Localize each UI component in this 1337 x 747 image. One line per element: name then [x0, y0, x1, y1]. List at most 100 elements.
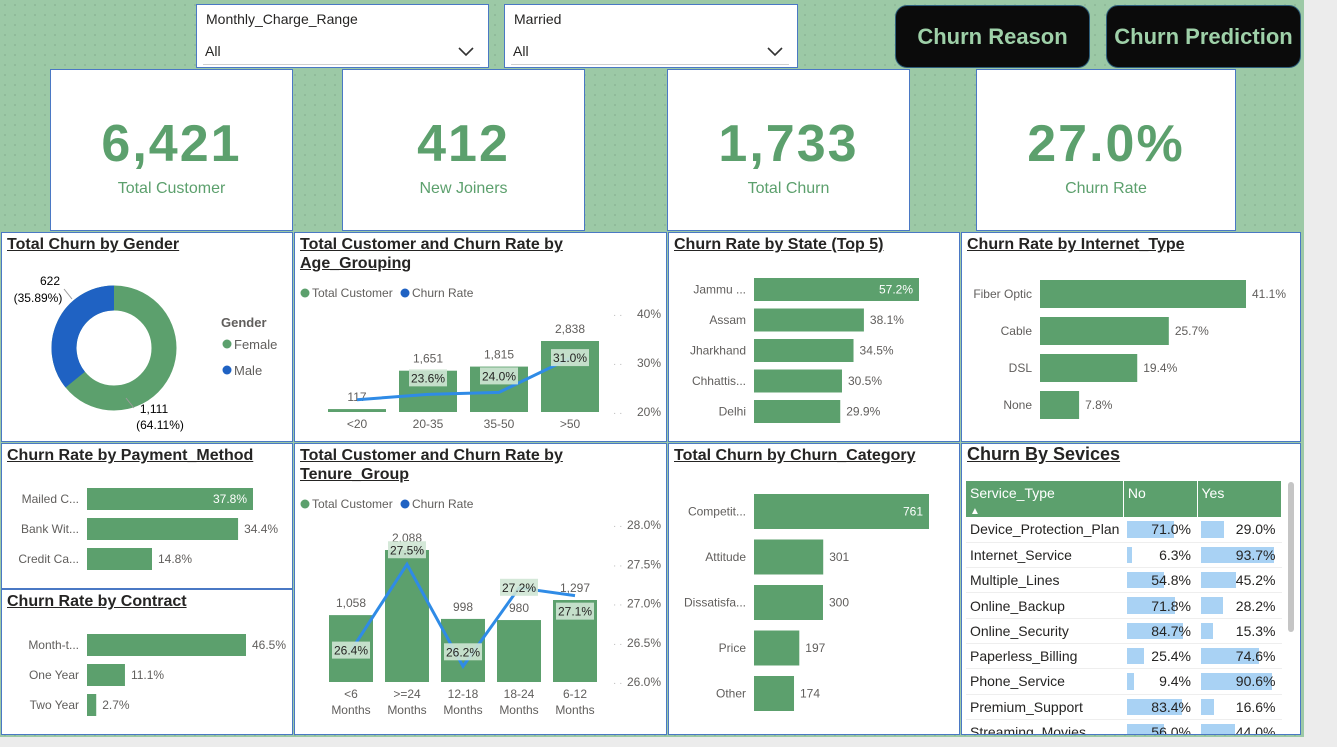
legend-churn-rate[interactable]: Churn Rate: [412, 497, 474, 511]
table-row[interactable]: Streaming_Movies 56.0% 44.0%: [966, 719, 1282, 734]
data-bar: [1127, 673, 1134, 690]
bar[interactable]: [328, 409, 386, 412]
data-label: 37.8%: [213, 492, 247, 506]
table-row[interactable]: Online_Backup 71.8% 28.2%: [966, 592, 1282, 619]
legend-total-customer-marker: [300, 499, 310, 509]
column-header-no[interactable]: No: [1123, 481, 1198, 517]
table-row[interactable]: Paperless_Billing 25.4% 74.6%: [966, 643, 1282, 670]
slicer-dropdown[interactable]: All: [511, 37, 789, 65]
no-cell: 56.0%: [1123, 719, 1197, 734]
services-table-visual[interactable]: Churn By Sevices Service_Type ▲ No Yes De…: [961, 443, 1301, 735]
legend-male[interactable]: Male: [234, 363, 262, 378]
legend-churn-rate-marker: [400, 499, 410, 509]
churn-rate-line[interactable]: [356, 356, 571, 402]
bar[interactable]: [1040, 317, 1169, 345]
legend-title: Gender: [221, 315, 267, 330]
legend-churn-rate-marker: [400, 288, 410, 298]
column-header-service-type[interactable]: Service_Type ▲: [966, 481, 1124, 517]
gridline-dots: · ·: [613, 359, 622, 370]
category-label: Assam: [709, 313, 746, 327]
bar[interactable]: [754, 308, 864, 332]
chevron-down-icon[interactable]: [456, 39, 476, 63]
chevron-down-icon[interactable]: [765, 39, 785, 63]
internet-type-bar-visual[interactable]: Churn Rate by Internet_Type Fiber Optic 4…: [961, 232, 1301, 442]
bar[interactable]: [1040, 391, 1080, 419]
table-row[interactable]: Phone_Service 9.4% 90.6%: [966, 668, 1282, 695]
bar[interactable]: [754, 400, 841, 423]
category-label: Jammu ...: [693, 283, 746, 297]
category-label: Bank Wit...: [21, 522, 79, 536]
churn-reason-button[interactable]: Churn Reason: [895, 5, 1090, 68]
male-slice[interactable]: [51, 285, 115, 388]
data-label: 34.5%: [860, 344, 894, 358]
category-label: 35-50: [484, 417, 515, 431]
male-count-label: 622: [40, 274, 60, 288]
data-label: 41.1%: [1252, 287, 1286, 301]
payment-method-bar-visual[interactable]: Churn Rate by Payment_Method Mailed C...…: [1, 443, 293, 589]
table-row[interactable]: Multiple_Lines 54.8% 45.2%: [966, 567, 1282, 594]
service-type-cell: Internet_Service: [966, 542, 1124, 569]
bar[interactable]: [497, 620, 541, 682]
bar[interactable]: [87, 518, 239, 540]
bar[interactable]: [754, 630, 800, 666]
category-label: Cable: [1001, 324, 1033, 338]
bar[interactable]: [87, 694, 97, 716]
contract-bar-visual[interactable]: Churn Rate by Contract Month-t... 46.5% On…: [1, 589, 293, 735]
category-label: Month-t...: [28, 638, 79, 652]
age-group-combo-visual[interactable]: Total Customer and Churn Rate by Age_Gro…: [294, 232, 667, 442]
churn-prediction-button[interactable]: Churn Prediction: [1106, 5, 1301, 68]
vertical-scrollbar[interactable]: [1288, 482, 1294, 632]
tenure-group-combo-visual[interactable]: Total Customer and Churn Rate by Tenure_…: [294, 443, 667, 735]
bar[interactable]: [385, 550, 429, 682]
bar[interactable]: [1040, 354, 1138, 382]
bar-data-label: 1,815: [484, 348, 514, 362]
data-label: 38.1%: [870, 313, 904, 327]
rate-data-label: 27.1%: [558, 605, 592, 619]
bar[interactable]: [754, 339, 854, 362]
churn-category-bar-visual[interactable]: Total Churn by Churn_Category Competit..…: [668, 443, 960, 735]
bar[interactable]: [87, 664, 125, 686]
category-label: >50: [560, 417, 581, 431]
no-cell: 6.3%: [1123, 542, 1197, 569]
data-label: 30.5%: [848, 374, 882, 388]
category-label: Chhattis...: [692, 374, 746, 388]
bar[interactable]: [87, 634, 246, 656]
bar-data-label: 1,651: [413, 352, 443, 366]
category-label: Two Year: [30, 698, 79, 712]
category-label: Delhi: [719, 405, 746, 419]
legend-total-customer[interactable]: Total Customer: [312, 286, 393, 300]
yes-cell: 16.6%: [1197, 694, 1282, 720]
bar[interactable]: [87, 548, 152, 570]
category-label: Attitude: [705, 550, 746, 564]
services-table: Service_Type ▲ No Yes Device_Protection_P…: [966, 481, 1282, 734]
category-label: DSL: [1009, 361, 1033, 375]
legend-female[interactable]: Female: [234, 337, 277, 352]
column-header-yes[interactable]: Yes: [1197, 481, 1282, 517]
no-cell: 54.8%: [1123, 567, 1197, 594]
table-row[interactable]: Premium_Support 83.4% 16.6%: [966, 694, 1282, 720]
slicer-dropdown[interactable]: All: [203, 37, 480, 65]
state-bar-visual[interactable]: Churn Rate by State (Top 5) Jammu ... 57.…: [668, 232, 960, 442]
data-label: 46.5%: [252, 638, 286, 652]
legend-total-customer-marker: [300, 288, 310, 298]
category-label: >=24: [393, 687, 421, 701]
gender-donut-visual[interactable]: Total Churn by Gender 622 (35.89%) 1,111…: [1, 232, 293, 442]
bar[interactable]: [754, 369, 842, 393]
category-label: Months: [387, 703, 426, 717]
legend-churn-rate[interactable]: Churn Rate: [412, 286, 474, 300]
bar[interactable]: [1040, 280, 1246, 308]
bar[interactable]: [754, 585, 823, 620]
gridline-dots: · ·: [613, 678, 622, 689]
legend-total-customer[interactable]: Total Customer: [312, 497, 393, 511]
data-label: 29.9%: [846, 405, 880, 419]
table-row[interactable]: Device_Protection_Plan 71.0% 29.0%: [966, 517, 1282, 543]
category-label: Dissatisfa...: [684, 596, 746, 610]
table-row[interactable]: Internet_Service 6.3% 93.7%: [966, 542, 1282, 569]
data-label: 300: [829, 596, 849, 610]
bar[interactable]: [754, 539, 824, 575]
data-label: 19.4%: [1143, 361, 1177, 375]
bar[interactable]: [754, 676, 795, 711]
table-row[interactable]: Online_Security 84.7% 15.3%: [966, 618, 1282, 644]
slicer-monthly-charge-range[interactable]: Monthly_Charge_Range All: [196, 4, 489, 68]
slicer-married[interactable]: Married All: [504, 4, 798, 68]
